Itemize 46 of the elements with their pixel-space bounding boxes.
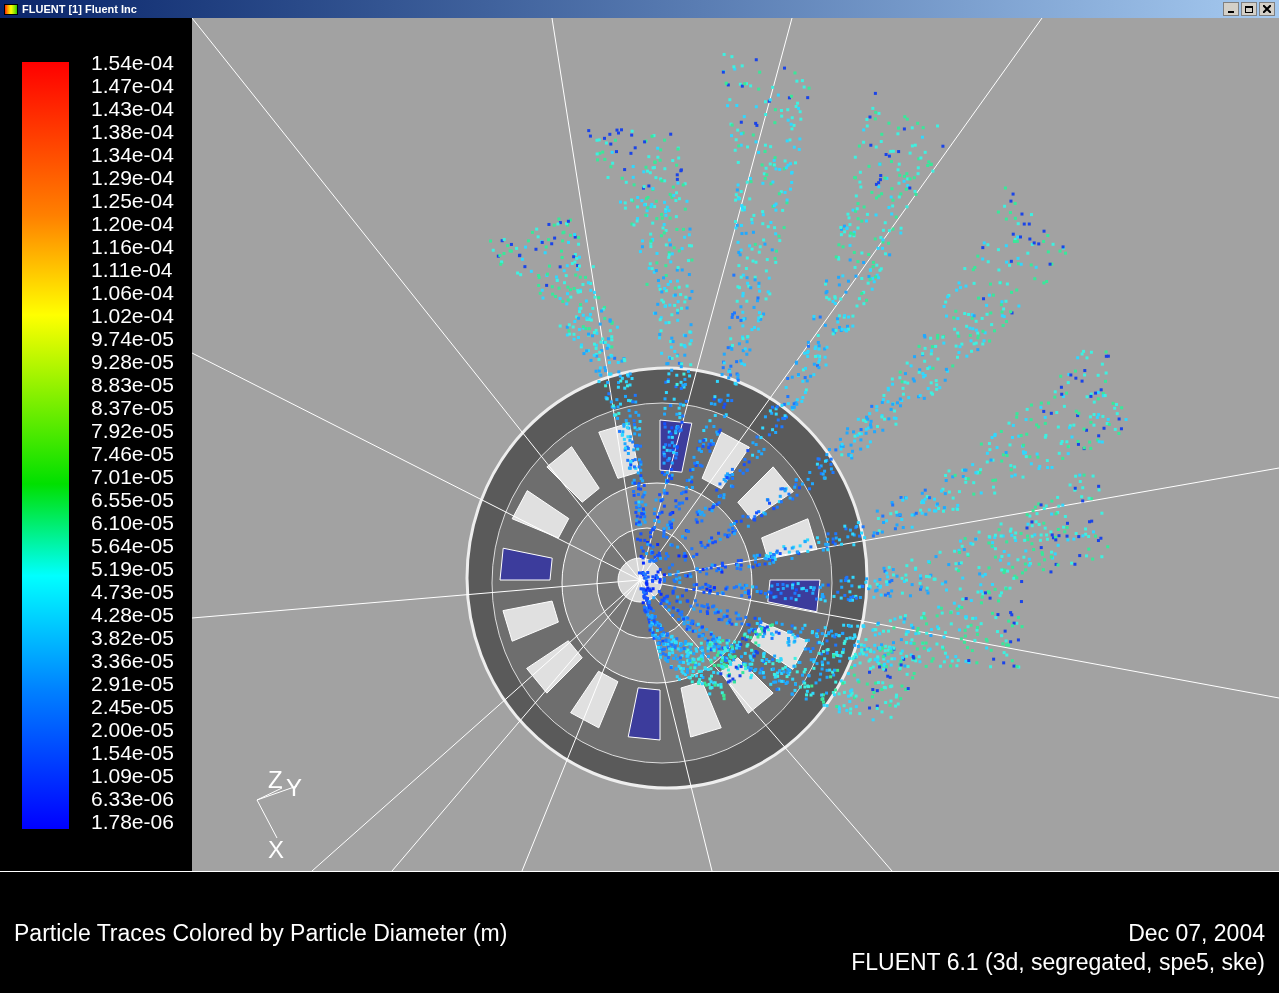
scale-label: 2.91e-05 <box>91 672 174 695</box>
scale-label: 6.55e-05 <box>91 488 174 511</box>
scale-label: 7.46e-05 <box>91 442 174 465</box>
scale-label: 1.06e-04 <box>91 281 174 304</box>
scale-label: 1.38e-04 <box>91 120 174 143</box>
scale-label: 1.78e-06 <box>91 810 174 833</box>
scale-label: 8.83e-05 <box>91 373 174 396</box>
y-axis-label: Y <box>286 774 302 801</box>
close-button[interactable] <box>1259 2 1275 16</box>
scale-label: 1.29e-04 <box>91 166 174 189</box>
scale-label: 6.33e-06 <box>91 787 174 810</box>
scale-label: 1.02e-04 <box>91 304 174 327</box>
scale-label: 1.11e-04 <box>91 258 174 281</box>
scale-label: 1.43e-04 <box>91 97 174 120</box>
window-title: FLUENT [1] Fluent Inc <box>22 1 137 17</box>
plot-title: Particle Traces Colored by Particle Diameter (m) <box>14 919 508 948</box>
scale-label: 1.47e-04 <box>91 74 174 97</box>
scale-label: 2.00e-05 <box>91 718 174 741</box>
scale-label: 1.54e-05 <box>91 741 174 764</box>
scale-label: 5.19e-05 <box>91 557 174 580</box>
solver-info: FLUENT 6.1 (3d, segregated, spe5, ske) <box>851 948 1265 977</box>
scale-label: 4.73e-05 <box>91 580 174 603</box>
scale-label: 9.74e-05 <box>91 327 174 350</box>
x-axis-label: X <box>268 836 284 863</box>
scale-label: 3.82e-05 <box>91 626 174 649</box>
scale-label: 5.64e-05 <box>91 534 174 557</box>
scale-label: 9.28e-05 <box>91 350 174 373</box>
scale-label: 1.34e-04 <box>91 143 174 166</box>
z-axis-label: Z <box>268 766 283 793</box>
app-icon <box>4 3 18 15</box>
scale-label: 8.37e-05 <box>91 396 174 419</box>
scale-label: 1.25e-04 <box>91 189 174 212</box>
scale-label: 1.16e-04 <box>91 235 174 258</box>
scale-label: 1.09e-05 <box>91 764 174 787</box>
scale-label: 3.36e-05 <box>91 649 174 672</box>
scale-label: 1.20e-04 <box>91 212 174 235</box>
scale-label: 2.45e-05 <box>91 695 174 718</box>
close-icon <box>1263 5 1271 13</box>
restore-button[interactable] <box>1241 2 1257 16</box>
minimize-button[interactable] <box>1223 2 1239 16</box>
scale-label: 7.01e-05 <box>91 465 174 488</box>
scale-label: 1.54e-04 <box>91 51 174 74</box>
scale-label: 7.92e-05 <box>91 419 174 442</box>
scale-label: 6.10e-05 <box>91 511 174 534</box>
plot-date: Dec 07, 2004 <box>1128 919 1265 948</box>
scale-label: 4.28e-05 <box>91 603 174 626</box>
